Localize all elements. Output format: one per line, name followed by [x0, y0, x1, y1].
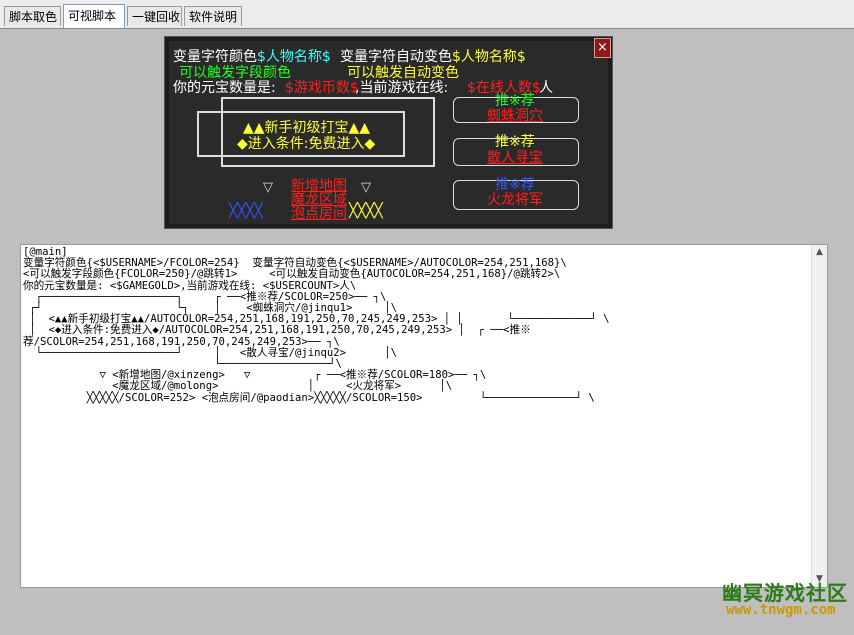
preview-gold-var: $游戏币数$	[285, 80, 359, 96]
preview-online-unit: 人	[539, 80, 553, 96]
script-preview-panel: 变量字符颜色 $人物名称$ 变量字符自动变色 $人物名称$ 可以触发字段颜色 可…	[164, 36, 613, 229]
scroll-up-icon[interactable]: ▲	[812, 245, 827, 260]
preview-online-label: ,当前游戏在线:	[355, 80, 449, 96]
arrow-left-icon: ▽	[263, 180, 273, 195]
preview-var-username-auto: $人物名称$	[452, 49, 526, 65]
script-code-text[interactable]: [@main] 变量字符颜色{<$USERNAME>/FCOLOR=254} 变…	[23, 246, 610, 404]
preview-gold-label: 你的元宝数量是:	[173, 80, 276, 96]
tab-pick-color[interactable]: 脚本取色	[4, 6, 61, 26]
decor-cross-right-icon: ╳╳╳╳	[349, 203, 383, 219]
rec1-link-spider-cave[interactable]: 蜘蛛洞穴	[487, 105, 543, 125]
rec2-link-treasure[interactable]: 散人寻宝	[487, 147, 543, 167]
script-editor[interactable]: [@main] 变量字符颜色{<$USERNAME>/FCOLOR=254} 变…	[20, 244, 828, 588]
watermark-url: www.tnwgm.com	[726, 602, 836, 618]
tab-bar: 脚本取色 可视脚本 一键回收 软件说明	[0, 0, 854, 29]
close-button[interactable]: ×	[594, 38, 611, 58]
newbie-condition-text[interactable]: ◆进入条件:免费进入◆	[237, 133, 375, 153]
map-link-afk-room[interactable]: 泡点房间	[291, 203, 347, 223]
decor-cross-left-icon: ╳╳╳╳	[229, 203, 263, 219]
tab-one-key-recycle[interactable]: 一键回收	[127, 6, 182, 26]
tab-software-info[interactable]: 软件说明	[184, 6, 242, 26]
rec3-text-fire-dragon: 火龙将军	[487, 192, 543, 208]
tab-visual-script[interactable]: 可视脚本	[63, 4, 125, 28]
editor-vertical-scrollbar[interactable]: ▲ ▼	[811, 245, 827, 587]
arrow-right-icon: ▽	[361, 180, 371, 195]
